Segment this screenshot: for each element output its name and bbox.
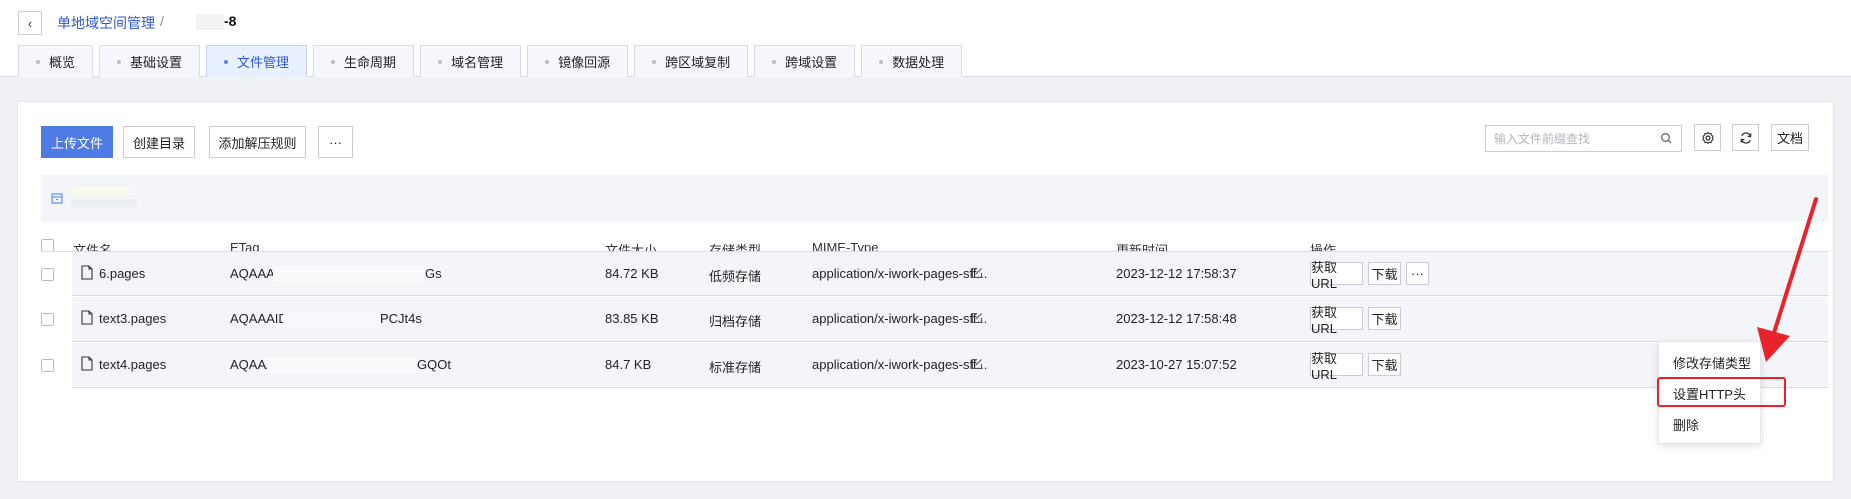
table-row: text3.pages AQAAAIDN PCJt4s 83.85 KB 归档存…	[41, 297, 1828, 342]
add-unzip-rule-button[interactable]: 添加解压规则	[209, 126, 306, 158]
upload-button[interactable]: 上传文件	[41, 126, 113, 158]
row-checkbox[interactable]	[41, 313, 54, 326]
updated-time: 2023-10-27 15:07:52	[1116, 357, 1237, 372]
file-name[interactable]: text4.pages	[99, 357, 166, 372]
settings-button[interactable]	[1694, 124, 1721, 151]
edit-icon[interactable]	[971, 312, 983, 324]
download-button[interactable]: 下载	[1368, 353, 1401, 376]
redacted-etag	[283, 312, 381, 328]
tab-basic-settings[interactable]: 基础设置	[99, 45, 201, 77]
breadcrumb-current: -8	[224, 13, 237, 29]
create-directory-button[interactable]: 创建目录	[123, 126, 195, 158]
redacted-etag	[267, 357, 417, 373]
menu-item-delete[interactable]: 删除	[1673, 415, 1699, 434]
tab-lifecycle[interactable]: 生命周期	[313, 45, 415, 77]
docs-button[interactable]: 文档	[1771, 124, 1809, 151]
file-panel: 上传文件 创建目录 添加解压规则 ··· 文档 文件名 ETag 文件大小 存储…	[17, 101, 1834, 482]
tab-cors[interactable]: 跨域设置	[754, 45, 856, 77]
file-size: 84.7 KB	[605, 357, 652, 372]
file-icon	[81, 310, 93, 325]
table-row: 6.pages AQAAAG Gs 84.72 KB 低频存储 applicat…	[41, 251, 1828, 296]
redacted-etag	[273, 266, 425, 282]
redacted-path	[71, 199, 137, 207]
file-size: 83.85 KB	[605, 311, 659, 326]
menu-item-change-storage-type[interactable]: 修改存储类型	[1673, 353, 1751, 372]
annotation-highlight-box	[1657, 377, 1786, 407]
row-checkbox[interactable]	[41, 268, 54, 281]
etag-end: PCJt4s	[380, 311, 422, 326]
search-icon[interactable]	[1660, 132, 1673, 145]
file-icon	[81, 265, 93, 280]
get-url-button[interactable]: 获取URL	[1310, 260, 1363, 291]
tab-bar: 概览 基础设置 文件管理 生命周期 域名管理 镜像回源 跨区域复制 跨域设置 数…	[18, 45, 963, 77]
search-box	[1485, 125, 1682, 152]
top-bar: ‹ 单地域空间管理 / -8 概览 基础设置 文件管理 生命周期 域名管理 镜像…	[0, 0, 1851, 77]
tab-data-processing[interactable]: 数据处理	[861, 45, 963, 77]
table-row: text4.pages AQAAA GQOt 84.7 KB 标准存储 appl…	[41, 343, 1828, 388]
etag-end: GQOt	[417, 357, 451, 372]
search-input[interactable]	[1494, 131, 1654, 146]
back-button[interactable]: ‹	[18, 11, 42, 35]
storage-type: 归档存储	[709, 314, 762, 329]
redacted-path	[71, 187, 131, 195]
download-button[interactable]: 下载	[1368, 307, 1401, 330]
bucket-icon	[51, 193, 63, 204]
file-icon	[81, 356, 93, 371]
tab-file-management[interactable]: 文件管理	[206, 45, 308, 77]
file-size: 84.72 KB	[605, 266, 659, 281]
tab-domain[interactable]: 域名管理	[420, 45, 522, 77]
tab-mirror[interactable]: 镜像回源	[527, 45, 629, 77]
get-url-button[interactable]: 获取URL	[1310, 351, 1363, 382]
tab-overview[interactable]: 概览	[18, 45, 94, 77]
get-url-button[interactable]: 获取URL	[1310, 305, 1363, 336]
file-name[interactable]: 6.pages	[99, 266, 145, 281]
tab-replication[interactable]: 跨区域复制	[634, 45, 749, 77]
file-name[interactable]: text3.pages	[99, 311, 166, 326]
edit-icon[interactable]	[971, 267, 983, 279]
row-more-button[interactable]: ···	[1406, 262, 1429, 285]
breadcrumb-separator: /	[160, 13, 164, 29]
redacted-bucket-name	[196, 14, 224, 30]
mime-type: application/x-iwork-pages-sff...	[812, 266, 988, 281]
refresh-button[interactable]	[1732, 124, 1759, 151]
storage-type: 标准存储	[709, 360, 762, 375]
etag-end: Gs	[425, 266, 442, 281]
gear-icon	[1701, 131, 1714, 144]
download-button[interactable]: 下载	[1368, 262, 1401, 285]
breadcrumb-parent[interactable]: 单地域空间管理	[57, 13, 155, 33]
more-actions-button[interactable]: ···	[318, 126, 353, 158]
updated-time: 2023-12-12 17:58:48	[1116, 311, 1237, 326]
mime-type: application/x-iwork-pages-sff...	[812, 357, 988, 372]
mime-type: application/x-iwork-pages-sff...	[812, 311, 988, 326]
edit-icon[interactable]	[971, 358, 983, 370]
updated-time: 2023-12-12 17:58:37	[1116, 266, 1237, 281]
refresh-icon	[1740, 131, 1751, 144]
bucket-path-bar	[41, 175, 1828, 222]
storage-type: 低频存储	[709, 269, 762, 284]
row-checkbox[interactable]	[41, 359, 54, 372]
chevron-left-icon: ‹	[27, 15, 33, 31]
